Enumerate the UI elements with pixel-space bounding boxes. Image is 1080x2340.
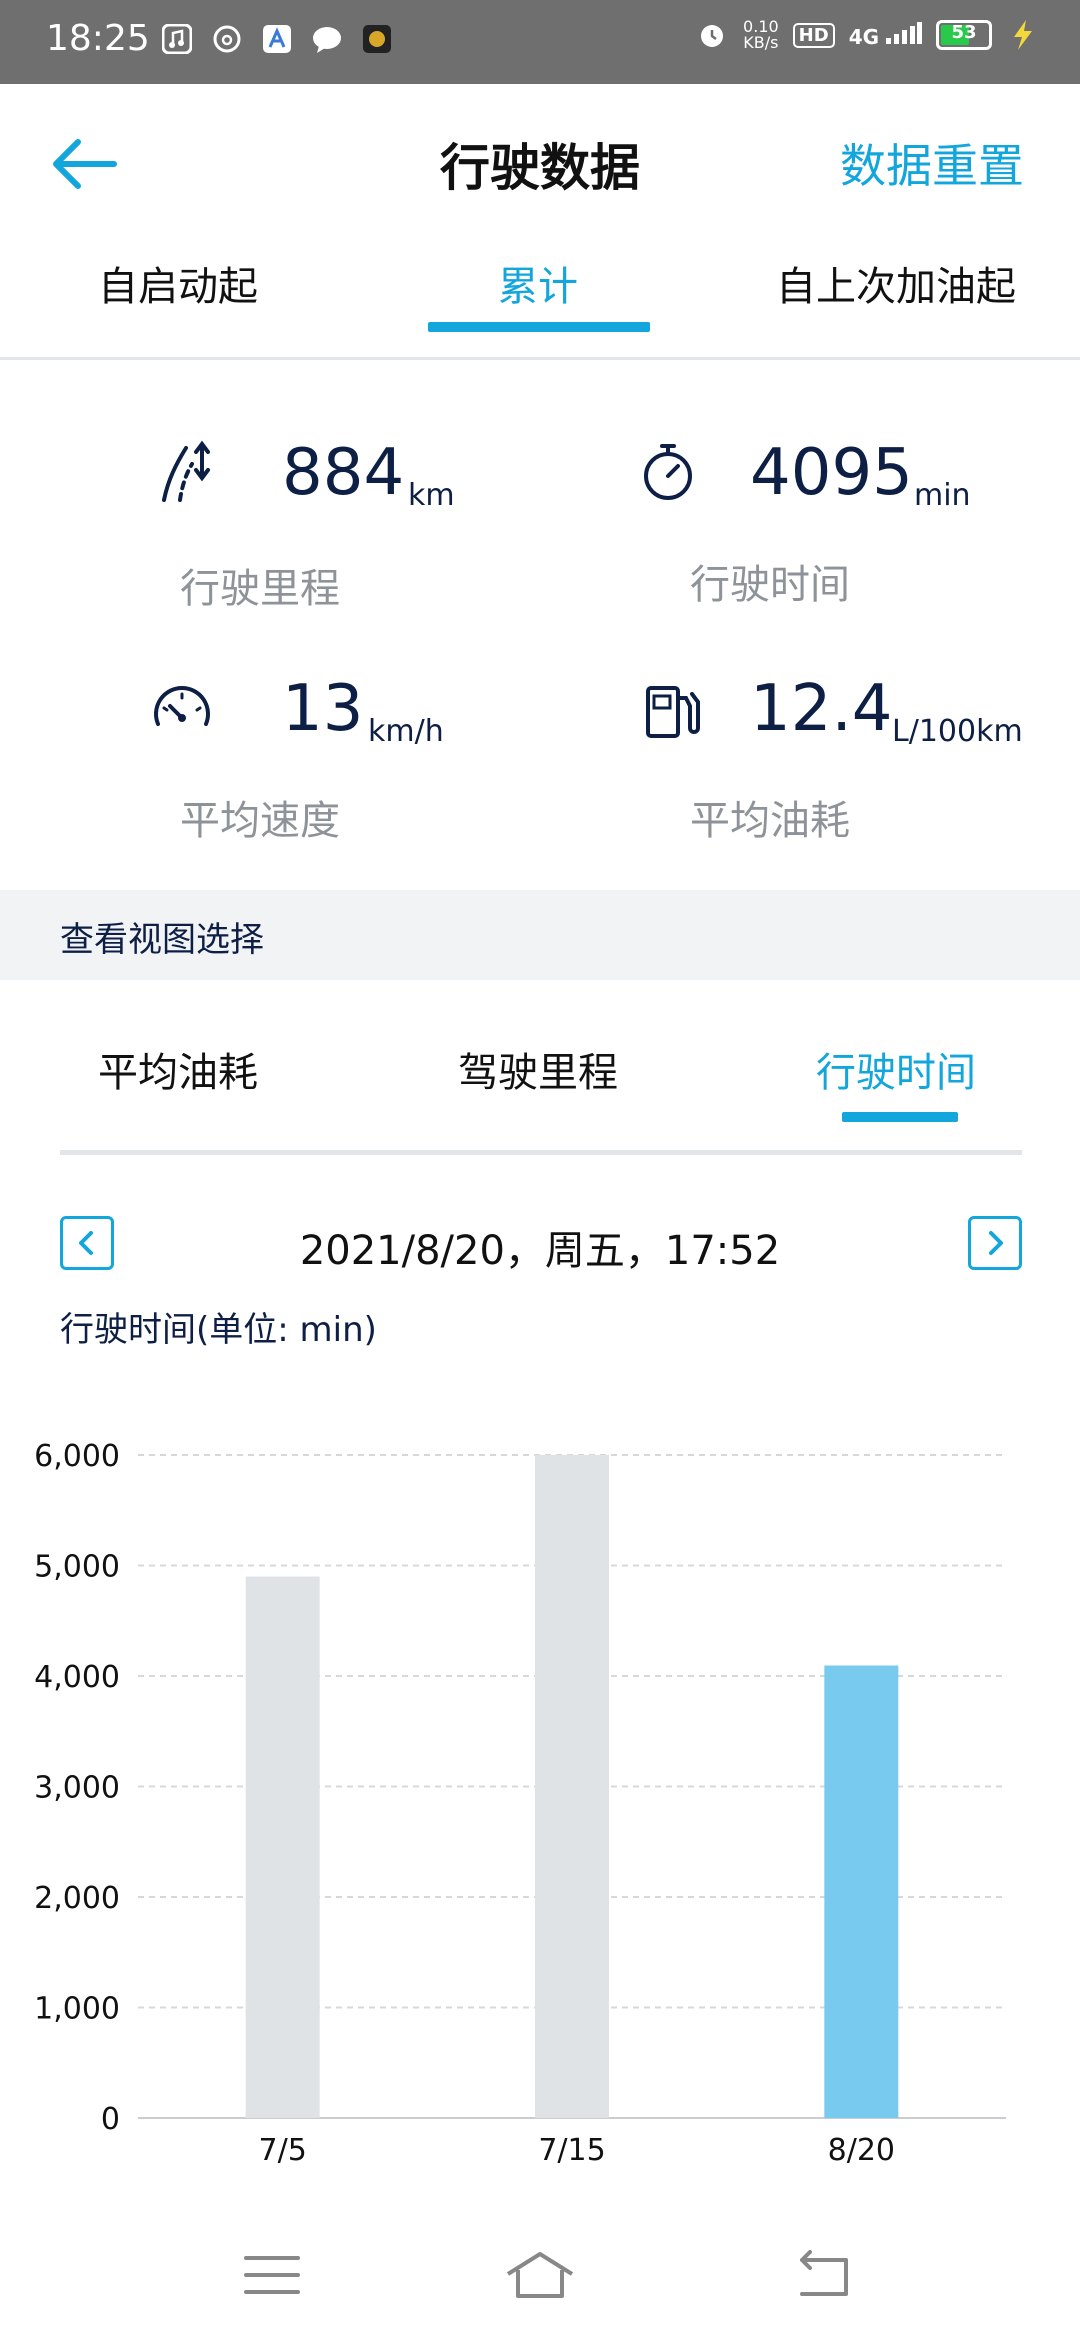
netease-icon <box>210 22 244 56</box>
y-tick-label: 4,000 <box>34 1660 120 1695</box>
tab-indicator <box>428 322 650 332</box>
speedometer-icon <box>154 686 210 726</box>
app-a-icon <box>260 22 294 56</box>
hd-badge: HD <box>792 22 835 48</box>
tab-since-start[interactable]: 自启动起 <box>98 254 258 312</box>
distance-label: 行驶里程 <box>180 566 340 612</box>
back-nav-button[interactable] <box>784 2240 864 2310</box>
date-label: 2021/8/20，周五，17:52 <box>299 1228 781 1274</box>
speed-unit: km/h <box>368 714 444 749</box>
y-tick-label: 2,000 <box>34 1881 120 1916</box>
speed-label: 平均速度 <box>180 798 340 844</box>
data-reset-button[interactable]: 数据重置 <box>840 130 1024 196</box>
tab-since-refuel[interactable]: 自上次加油起 <box>776 254 1016 312</box>
speed-value: 13 <box>282 672 364 746</box>
y-tick-label: 6,000 <box>34 1439 120 1474</box>
chart-tab-fuel[interactable]: 平均油耗 <box>98 1040 258 1098</box>
status-bar: 18:25 0.10 KB/s HD 4G 53 <box>0 0 1080 84</box>
charging-icon <box>1006 18 1040 52</box>
y-tick-label: 5,000 <box>34 1550 120 1585</box>
status-notification-icons <box>160 22 394 56</box>
fuel-unit: L/100km <box>892 714 1023 749</box>
system-nav-bar <box>0 2220 1080 2340</box>
fuel-label: 平均油耗 <box>690 798 850 844</box>
home-icon <box>506 2252 574 2298</box>
menu-icon <box>244 2256 300 2294</box>
x-tick-label: 8/20 <box>828 2133 895 2168</box>
time-value: 4095 <box>750 436 913 510</box>
bar-7-5[interactable] <box>245 1576 320 2118</box>
chevron-right-icon <box>989 1231 1003 1255</box>
time-label: 行驶时间 <box>690 562 850 608</box>
signal-4g: 4G <box>849 21 922 49</box>
view-selection-header: 查看视图选择 <box>0 890 1080 980</box>
game-icon <box>360 22 394 56</box>
time-unit: min <box>914 478 971 513</box>
top-tabs: 自启动起 累计 自上次加油起 <box>0 244 1080 360</box>
home-button[interactable] <box>500 2240 580 2310</box>
app-header: 行驶数据 数据重置 <box>0 84 1080 244</box>
y-tick-label: 3,000 <box>34 1771 120 1806</box>
chart-unit-label: 行驶时间(单位: min) <box>60 1310 377 1350</box>
chart-tab-time[interactable]: 行驶时间 <box>816 1040 976 1098</box>
music-icon <box>160 22 194 56</box>
next-date-button[interactable] <box>968 1216 1022 1270</box>
signal-bars-icon <box>886 21 922 44</box>
network-speed: 0.10 KB/s <box>743 17 779 52</box>
x-tick-label: 7/15 <box>538 2133 605 2168</box>
status-time: 18:25 <box>46 18 150 59</box>
y-tick-label: 1,000 <box>34 1992 120 2027</box>
bar-8-20[interactable] <box>824 1665 899 2118</box>
alarm-icon <box>695 18 729 52</box>
menu-button[interactable] <box>232 2240 312 2310</box>
bar-7-15[interactable] <box>535 1455 609 2118</box>
return-icon <box>800 2250 848 2296</box>
fuel-pump-icon <box>646 686 700 738</box>
tab-cumulative[interactable]: 累计 <box>498 254 578 312</box>
chart-tab-distance[interactable]: 驾驶里程 <box>458 1040 618 1098</box>
chart-tab-indicator <box>842 1112 958 1122</box>
status-system-icons: 0.10 KB/s HD 4G 53 <box>695 18 1040 52</box>
stopwatch-icon <box>644 444 692 500</box>
chat-icon <box>310 22 344 56</box>
road-icon <box>162 440 210 502</box>
view-selection-title: 查看视图选择 <box>60 920 264 960</box>
chart-tab-divider <box>60 1150 1022 1155</box>
fuel-value: 12.4 <box>750 672 893 746</box>
distance-unit: km <box>408 478 455 513</box>
distance-value: 884 <box>282 436 405 510</box>
x-tick-label: 7/5 <box>259 2133 307 2168</box>
driving-time-bar-chart: 0 1,000 2,000 3,000 4,000 5,000 6,000 7/5 7/15 8/… <box>34 1439 1006 2168</box>
y-tick-label: 0 <box>101 2102 120 2137</box>
battery-icon: 53 <box>936 20 992 50</box>
